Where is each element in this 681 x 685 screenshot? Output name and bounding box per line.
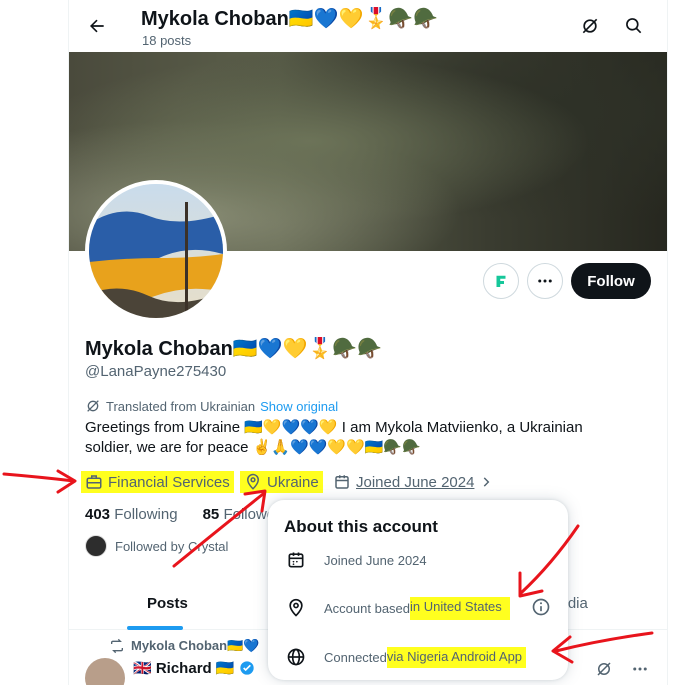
category-text: Financial Services bbox=[108, 473, 230, 491]
about-account-popup: About this account Joined June 2024 Acco… bbox=[268, 500, 568, 680]
translation-notice: Translated from Ukrainian Show original bbox=[85, 398, 338, 414]
ukraine-flag-image bbox=[89, 184, 223, 318]
location-pin-icon bbox=[289, 598, 303, 617]
verified-badge-icon bbox=[239, 661, 254, 675]
chevron-right-icon bbox=[484, 477, 490, 487]
followed-by-text: Followed by Crystal bbox=[115, 538, 229, 554]
profile-avatar[interactable] bbox=[85, 180, 227, 322]
post-author-name[interactable]: 🇬🇧 Richard 🇺🇦 bbox=[133, 659, 255, 677]
profile-location: Ukraine bbox=[240, 471, 323, 493]
following-stat[interactable]: 403 Following bbox=[85, 506, 178, 523]
profile-bio: Greetings from Ukraine 🇺🇦💛💙💙💛 I am Mykol… bbox=[85, 419, 583, 456]
grok-icon bbox=[582, 18, 598, 34]
location-text: Ukraine bbox=[267, 473, 319, 491]
popup-based-location: in United States bbox=[410, 596, 510, 620]
popup-connected-via: via Nigeria Android App bbox=[386, 646, 527, 668]
translate-icon bbox=[87, 400, 99, 412]
follower-avatar bbox=[85, 535, 107, 557]
more-options-button[interactable] bbox=[527, 263, 563, 299]
more-icon bbox=[538, 279, 552, 283]
spaces-logo-icon bbox=[496, 275, 506, 287]
post-more-icon[interactable] bbox=[631, 660, 649, 678]
repost-icon bbox=[111, 638, 123, 654]
profile-category: Financial Services bbox=[81, 471, 234, 493]
top-bar: Mykola Choban🇺🇦💙💛🎖️🪖🪖 18 posts bbox=[69, 0, 667, 52]
popup-joined-text: Joined June 2024 bbox=[324, 552, 427, 568]
post-count: 18 posts bbox=[142, 33, 192, 48]
repost-indicator: Mykola Choban🇺🇦💙 bbox=[109, 638, 259, 654]
followed-by[interactable]: Followed by Crystal bbox=[85, 535, 228, 557]
tab-posts[interactable]: Posts bbox=[147, 595, 188, 612]
header-title: Mykola Choban🇺🇦💙💛🎖️🪖🪖 bbox=[141, 8, 439, 30]
profile-joined[interactable]: Joined June 2024 bbox=[333, 471, 493, 493]
active-tab-indicator bbox=[127, 626, 183, 630]
joined-text[interactable]: Joined June 2024 bbox=[356, 474, 474, 491]
arrow-to-category bbox=[2, 469, 77, 494]
location-pin-icon bbox=[246, 473, 260, 490]
info-button[interactable] bbox=[531, 597, 551, 622]
reposted-by-text: Mykola Choban🇺🇦💙 bbox=[131, 638, 260, 653]
follow-button[interactable]: Follow bbox=[571, 263, 651, 299]
globe-icon bbox=[287, 648, 305, 666]
show-original-link[interactable]: Show original bbox=[260, 399, 338, 414]
popup-joined-row: Joined June 2024 bbox=[284, 548, 427, 572]
post-author-avatar[interactable] bbox=[85, 658, 125, 685]
calendar-icon bbox=[288, 552, 304, 568]
popup-connected-prefix: Connected bbox=[324, 649, 387, 665]
popup-title: About this account bbox=[284, 517, 438, 536]
subscribe-button[interactable] bbox=[483, 263, 519, 299]
search-button[interactable] bbox=[622, 14, 646, 38]
profile-name: Mykola Choban🇺🇦💙💛🎖️🪖🪖 bbox=[85, 338, 383, 360]
translated-label: Translated from Ukrainian bbox=[106, 398, 256, 414]
grok-icon[interactable] bbox=[595, 660, 613, 678]
search-icon bbox=[626, 18, 642, 34]
popup-connected-row: Connected via Nigeria Android App bbox=[284, 645, 527, 669]
back-button[interactable] bbox=[83, 12, 111, 40]
post-actions bbox=[595, 660, 649, 678]
profile-handle: @LanaPayne275430 bbox=[85, 363, 227, 380]
back-arrow-icon bbox=[90, 19, 104, 33]
profile-stats: 403 Following 85 Followers bbox=[85, 506, 288, 523]
grok-button[interactable] bbox=[578, 14, 602, 38]
popup-based-row: Account based in United States bbox=[284, 596, 510, 620]
popup-based-prefix: Account based bbox=[324, 600, 411, 616]
info-icon bbox=[532, 598, 550, 616]
briefcase-icon bbox=[86, 475, 102, 489]
calendar-icon bbox=[335, 475, 349, 489]
